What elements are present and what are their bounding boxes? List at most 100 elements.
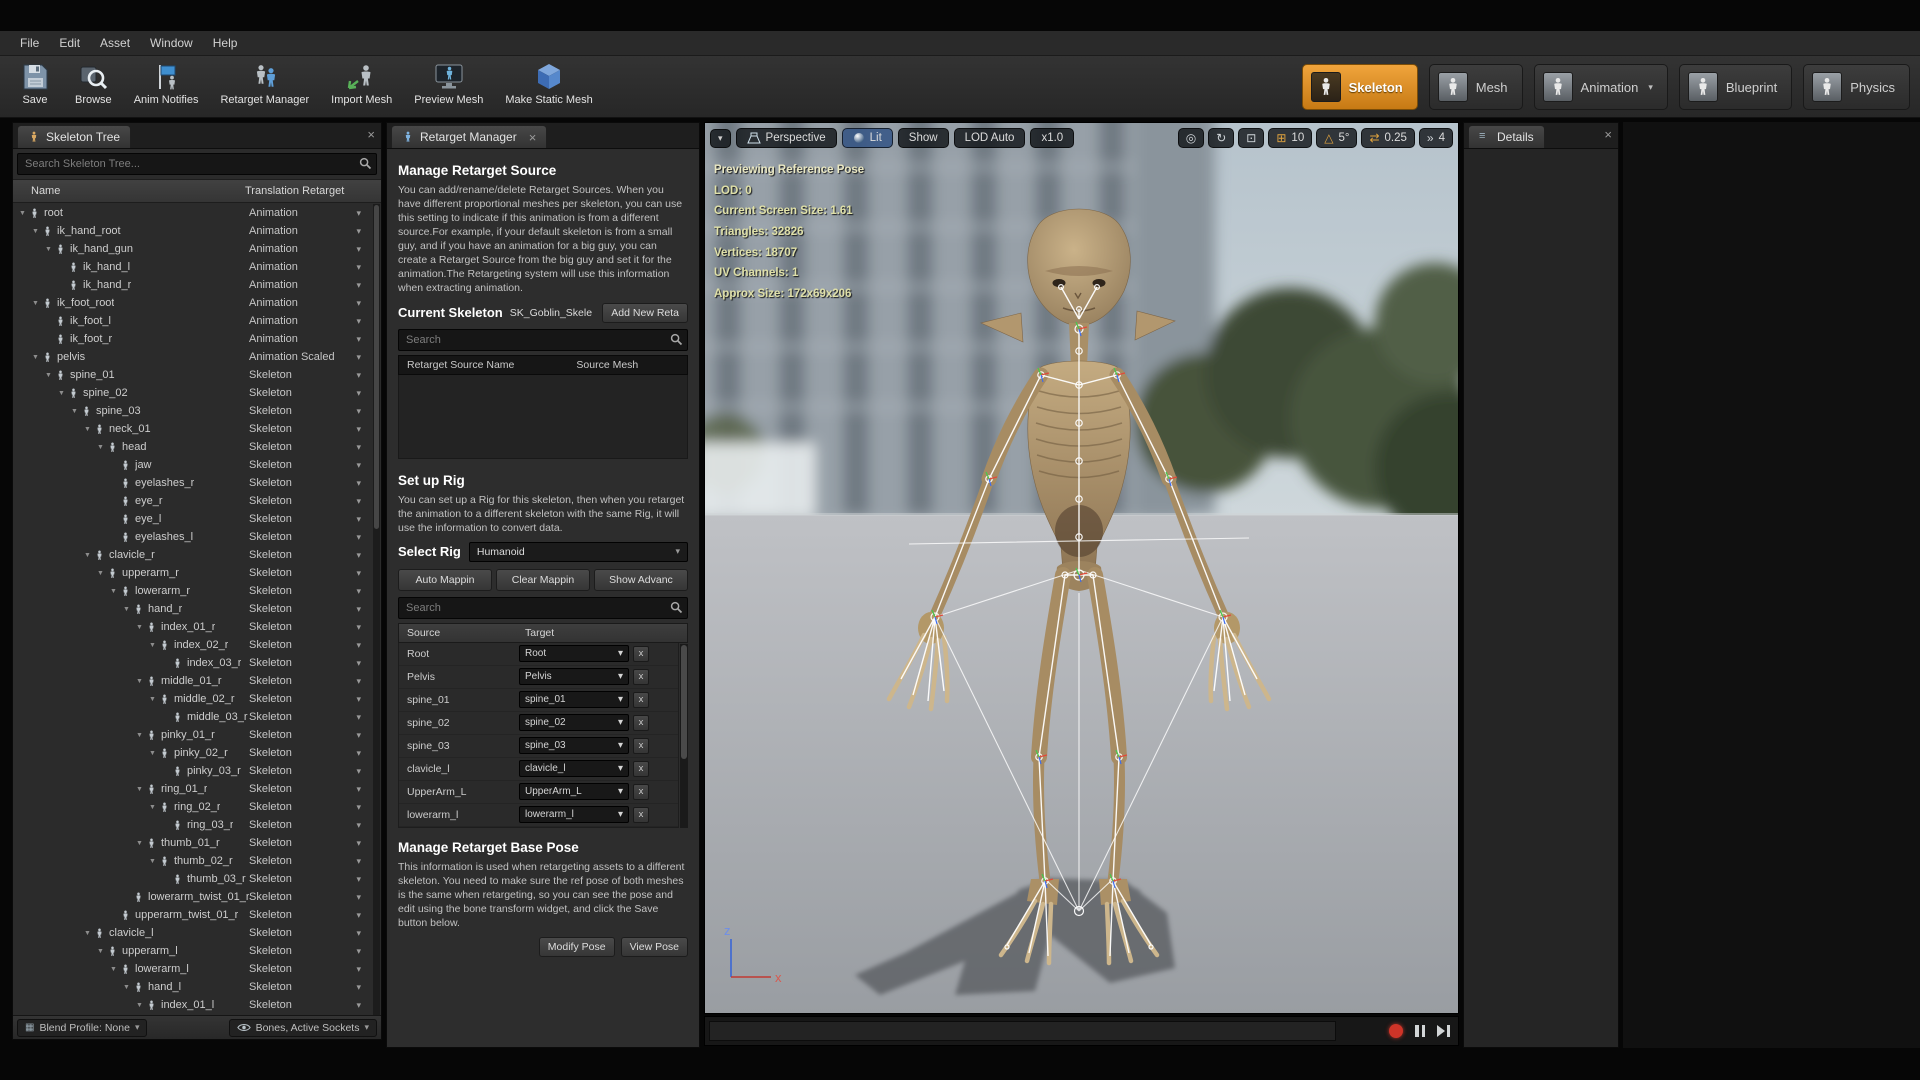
close-icon[interactable]: × [1604,128,1612,141]
tree-row[interactable]: thumb_03_r Skeleton ▾ [13,870,373,888]
translation-retarget-dropdown[interactable]: Skeleton ▾ [249,387,371,399]
rig-dropdown[interactable]: Humanoid ▾ [469,542,688,562]
mode-mesh[interactable]: Mesh [1429,64,1523,110]
mapping-row[interactable]: spine_03 spine_03 ▾ x [399,735,678,758]
mapping-target-dropdown[interactable]: UpperArm_L ▾ [519,783,629,800]
mapping-row[interactable]: spine_02 spine_02 ▾ x [399,712,678,735]
mapping-row[interactable]: lowerarm_l lowerarm_l ▾ x [399,804,678,827]
mapping-row[interactable]: Pelvis Pelvis ▾ x [399,666,678,689]
expander-icon[interactable]: ▼ [108,588,119,595]
tree-row[interactable]: ▼ clavicle_r Skeleton ▾ [13,546,373,564]
tree-row[interactable]: eye_l Skeleton ▾ [13,510,373,528]
remove-mapping-button[interactable]: x [633,738,649,754]
expander-icon[interactable]: ▼ [147,804,158,811]
expander-icon[interactable]: ▼ [134,624,145,631]
translation-retarget-dropdown[interactable]: Skeleton ▾ [249,909,371,921]
save-button[interactable]: Save [8,58,62,109]
translation-retarget-dropdown[interactable]: Skeleton ▾ [249,495,371,507]
tree-row[interactable]: ▼ middle_02_r Skeleton ▾ [13,690,373,708]
translation-retarget-dropdown[interactable]: Skeleton ▾ [249,801,371,813]
translation-retarget-dropdown[interactable]: Skeleton ▾ [249,873,371,885]
tree-row[interactable]: ▼ root Animation ▾ [13,204,373,222]
translation-retarget-dropdown[interactable]: Skeleton ▾ [249,747,371,759]
tree-row[interactable]: ▼ lowerarm_l Skeleton ▾ [13,960,373,978]
translation-retarget-dropdown[interactable]: Skeleton ▾ [249,603,371,615]
remove-mapping-button[interactable]: x [633,646,649,662]
translation-retarget-dropdown[interactable]: Skeleton ▾ [249,369,371,381]
tree-row[interactable]: ▼ ring_02_r Skeleton ▾ [13,798,373,816]
translation-retarget-dropdown[interactable]: Skeleton ▾ [249,855,371,867]
translation-retarget-dropdown[interactable]: Skeleton ▾ [249,477,371,489]
tree-row[interactable]: ik_hand_r Animation ▾ [13,276,373,294]
tree-row[interactable]: ▼ head Skeleton ▾ [13,438,373,456]
mode-skeleton[interactable]: Skeleton [1302,64,1418,110]
preview-mesh-button[interactable]: Preview Mesh [405,58,492,109]
translation-retarget-dropdown[interactable]: Animation ▾ [249,297,371,309]
tree-scrollbar[interactable] [373,204,380,1015]
translation-retarget-dropdown[interactable]: Skeleton ▾ [249,459,371,471]
tree-row[interactable]: ring_03_r Skeleton ▾ [13,816,373,834]
clear-mapping-button[interactable]: Clear Mappin [496,569,590,591]
expander-icon[interactable]: ▼ [134,1002,145,1009]
expander-icon[interactable]: ▼ [82,552,93,559]
expander-icon[interactable]: ▼ [30,300,41,307]
view-pose-button[interactable]: View Pose [621,937,688,957]
mapping-target-dropdown[interactable]: clavicle_l ▾ [519,760,629,777]
mapping-scrollbar[interactable] [680,644,688,828]
pause-button[interactable] [1415,1025,1425,1037]
tree-row[interactable]: eye_r Skeleton ▾ [13,492,373,510]
translation-retarget-dropdown[interactable]: Skeleton ▾ [249,927,371,939]
mapping-row[interactable]: Root Root ▾ x [399,643,678,666]
remove-mapping-button[interactable]: x [633,669,649,685]
expander-icon[interactable]: ▼ [108,966,119,973]
expander-icon[interactable]: ▼ [147,696,158,703]
close-icon[interactable]: × [529,131,537,144]
expander-icon[interactable]: ▼ [30,228,41,235]
expander-icon[interactable]: ▼ [30,354,41,361]
expander-icon[interactable]: ▼ [134,678,145,685]
translation-retarget-dropdown[interactable]: Skeleton ▾ [249,621,371,633]
translation-retarget-dropdown[interactable]: Animation ▾ [249,315,371,327]
make-static-mesh-button[interactable]: Make Static Mesh [496,58,601,109]
expander-icon[interactable]: ▼ [82,426,93,433]
translation-retarget-dropdown[interactable]: Skeleton ▾ [249,531,371,543]
tree-row[interactable]: ▼ upperarm_l Skeleton ▾ [13,942,373,960]
show-advanced-button[interactable]: Show Advanc [594,569,688,591]
tab-skeleton-tree[interactable]: Skeleton Tree [17,125,131,148]
translation-retarget-dropdown[interactable]: Skeleton ▾ [249,837,371,849]
translation-retarget-dropdown[interactable]: Skeleton ▾ [249,891,371,903]
translation-retarget-dropdown[interactable]: Skeleton ▾ [249,729,371,741]
tree-row[interactable]: ▼ spine_03 Skeleton ▾ [13,402,373,420]
timeline-track[interactable] [709,1021,1336,1041]
translation-retarget-dropdown[interactable]: Skeleton ▾ [249,639,371,651]
tree-row[interactable]: ▼ hand_l Skeleton ▾ [13,978,373,996]
translation-retarget-dropdown[interactable]: Animation ▾ [249,279,371,291]
expander-icon[interactable]: ▼ [121,606,132,613]
scale-snap-button[interactable]: ⇄ 0.25 [1361,128,1414,148]
translation-retarget-dropdown[interactable]: Skeleton ▾ [249,585,371,597]
tree-row[interactable]: ▼ hand_r Skeleton ▾ [13,600,373,618]
add-retarget-source-button[interactable]: Add New Reta [602,303,688,323]
translation-retarget-dropdown[interactable]: Skeleton ▾ [249,405,371,417]
step-forward-button[interactable] [1437,1025,1450,1037]
expander-icon[interactable]: ▼ [17,210,28,217]
translation-retarget-dropdown[interactable]: Skeleton ▾ [249,783,371,795]
anim-notifies-button[interactable]: Anim Notifies [125,58,208,109]
translation-retarget-dropdown[interactable]: Animation Scaled ▾ [249,351,371,363]
tree-row[interactable]: ▼ ik_hand_gun Animation ▾ [13,240,373,258]
expander-icon[interactable]: ▼ [43,372,54,379]
mapping-target-dropdown[interactable]: lowerarm_l ▾ [519,806,629,823]
tree-row[interactable]: ▼ thumb_01_r Skeleton ▾ [13,834,373,852]
expander-icon[interactable]: ▼ [147,858,158,865]
retarget-manager-button[interactable]: Retarget Manager [211,58,318,109]
translation-retarget-dropdown[interactable]: Skeleton ▾ [249,675,371,687]
expander-icon[interactable]: ▼ [69,408,80,415]
translation-retarget-dropdown[interactable]: Skeleton ▾ [249,423,371,435]
expander-icon[interactable]: ▼ [134,840,145,847]
tree-row[interactable]: ▼ index_02_r Skeleton ▾ [13,636,373,654]
translation-retarget-dropdown[interactable]: Skeleton ▾ [249,441,371,453]
translation-retarget-dropdown[interactable]: Skeleton ▾ [249,819,371,831]
tree-row[interactable]: ▼ spine_01 Skeleton ▾ [13,366,373,384]
translation-retarget-dropdown[interactable]: Animation ▾ [249,225,371,237]
perspective-button[interactable]: Perspective [736,128,837,148]
